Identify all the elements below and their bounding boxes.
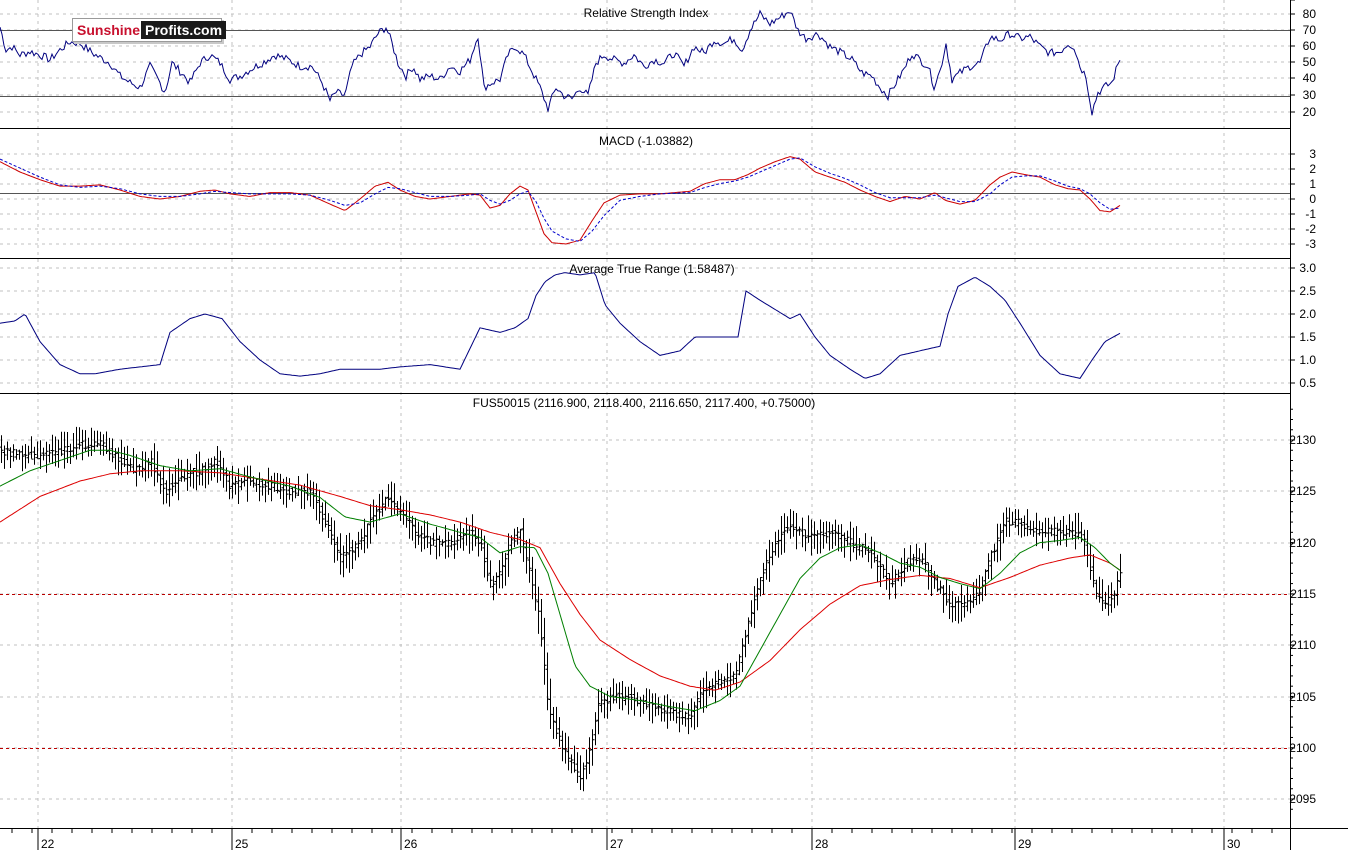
y-tick-label: -3 xyxy=(1305,237,1316,251)
y-tick-label: 0.5 xyxy=(1299,376,1316,390)
x-tick-label: 25 xyxy=(235,837,249,850)
y-tick-label: -4 xyxy=(1305,0,1316,3)
y-tick-label: 80 xyxy=(1303,7,1317,21)
y-tick-label: 70 xyxy=(1303,23,1317,37)
y-tick-label: 3.0 xyxy=(1299,261,1316,275)
chart-window: 80 70 60 50 40 30 20 3210-1-2-3 -4 3.0 2.5 2.0 1.5 1.… xyxy=(0,0,1348,851)
y-tick-label: 2110 xyxy=(1290,638,1316,652)
y-tick-label: 2.5 xyxy=(1299,284,1316,298)
y-tick-label: 1.5 xyxy=(1299,330,1316,344)
y-tick-label: 2115 xyxy=(1290,587,1316,601)
x-tick-label: 22 xyxy=(41,837,55,850)
x-tick-label: 26 xyxy=(404,837,418,850)
y-tick-label: 1.0 xyxy=(1299,353,1316,367)
y-tick-label: 2120 xyxy=(1289,536,1316,550)
panel-title: Average True Range (1.58487) xyxy=(569,262,734,276)
panel-title: FUS50015 (2116.900, 2118.400, 2116.650, … xyxy=(473,396,815,410)
y-tick-label: 2100 xyxy=(1289,741,1316,755)
y-tick-label: 2125 xyxy=(1289,484,1316,498)
x-tick-label: 27 xyxy=(610,837,624,850)
panel-title: Relative Strength Index xyxy=(584,6,709,20)
y-tick-label: -1 xyxy=(1305,207,1316,221)
y-tick-label: 2130 xyxy=(1289,433,1316,447)
y-tick-label: 1 xyxy=(1309,177,1316,191)
y-tick-label: 30 xyxy=(1303,88,1317,102)
logo-part1: Sunshine xyxy=(77,22,141,38)
y-tick-label: 40 xyxy=(1303,71,1317,85)
y-tick-label: 3 xyxy=(1309,147,1316,161)
y-tick-label: 20 xyxy=(1303,105,1317,119)
x-tick-label: 28 xyxy=(815,837,829,850)
y-tick-label: -2 xyxy=(1305,222,1316,236)
y-tick-label: 0 xyxy=(1309,192,1316,206)
y-tick-label: 2105 xyxy=(1289,690,1316,704)
panel-title: MACD (-1.03882) xyxy=(599,134,693,148)
chart-canvas: 80 70 60 50 40 30 20 3210-1-2-3 -4 3.0 2.5 2.0 1.5 1.… xyxy=(0,0,1348,851)
y-tick-label: 50 xyxy=(1303,55,1317,69)
sunshine-profits-logo: Sunshine Profits.com xyxy=(72,18,227,42)
y-tick-label: 2.0 xyxy=(1299,307,1316,321)
x-tick-label: 29 xyxy=(1018,837,1032,850)
y-tick-label: 60 xyxy=(1303,39,1317,53)
y-tick-label: 2 xyxy=(1309,162,1316,176)
x-tick-label: 30 xyxy=(1227,837,1241,850)
logo-part2: Profits.com xyxy=(141,21,227,39)
y-tick-label: 2095 xyxy=(1289,792,1316,806)
